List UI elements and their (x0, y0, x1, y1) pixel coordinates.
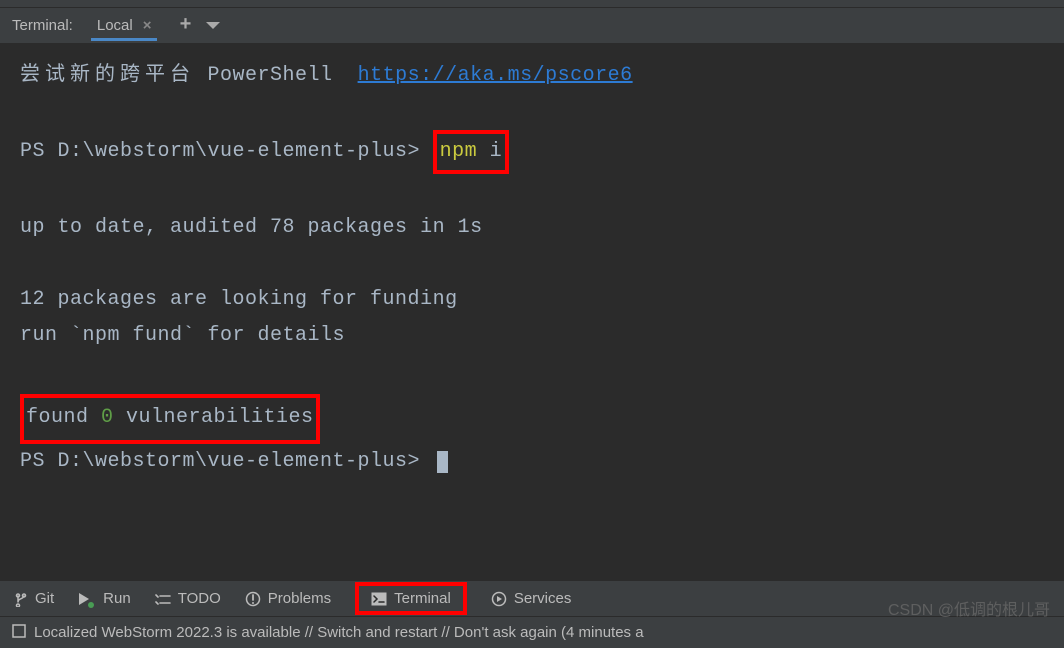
terminal-panel-header: Terminal: Local × + (0, 8, 1064, 44)
chevron-down-icon[interactable] (206, 18, 220, 34)
output-uptodate: up to date, audited 78 packages in 1s (20, 210, 1044, 246)
problems-icon (245, 591, 261, 607)
terminal-icon (371, 592, 387, 606)
close-icon[interactable]: × (143, 17, 152, 34)
hint-cjk: 尝试新的跨平台 (20, 64, 195, 87)
services-icon (491, 591, 507, 607)
vuln-prefix: found (26, 406, 101, 429)
terminal-output[interactable]: 尝试新的跨平台 PowerShell https://aka.ms/pscore… (0, 44, 1064, 494)
highlight-vulnerabilities: found 0 vulnerabilities (20, 394, 320, 444)
play-icon (78, 592, 96, 606)
status-notification-icon[interactable] (12, 624, 26, 642)
prompt-prefix: PS D:\webstorm\vue-element-plus> (20, 140, 433, 163)
todo-icon (155, 592, 171, 606)
tool-services-label: Services (514, 590, 572, 607)
tool-problems[interactable]: Problems (245, 590, 331, 607)
watermark: CSDN @低调的根儿哥 (888, 596, 1050, 620)
cmd-npm: npm (440, 140, 478, 163)
status-text[interactable]: Localized WebStorm 2022.3 is available /… (34, 624, 644, 641)
cursor (437, 451, 448, 473)
tool-git[interactable]: Git (14, 590, 54, 607)
hint-app: PowerShell (208, 64, 333, 87)
tool-git-label: Git (35, 590, 54, 607)
editor-tab-remnant (0, 0, 1064, 8)
prompt-line-1: PS D:\webstorm\vue-element-plus> npm i (20, 130, 1044, 174)
tool-todo[interactable]: TODO (155, 590, 221, 607)
output-funding-2: run `npm fund` for details (20, 318, 1044, 354)
prompt-2: PS D:\webstorm\vue-element-plus> (20, 450, 433, 473)
tool-terminal[interactable]: Terminal (355, 582, 467, 615)
cmd-arg: i (490, 140, 503, 163)
tab-local-label: Local (97, 17, 133, 34)
tool-run-label: Run (103, 590, 131, 607)
powershell-hint-line: 尝试新的跨平台 PowerShell https://aka.ms/pscore… (20, 58, 1044, 94)
vuln-count: 0 (101, 406, 114, 429)
tool-todo-label: TODO (178, 590, 221, 607)
git-branch-icon (14, 591, 28, 607)
tool-run[interactable]: Run (78, 590, 131, 607)
output-funding-1: 12 packages are looking for funding (20, 282, 1044, 318)
powershell-link[interactable]: https://aka.ms/pscore6 (358, 64, 633, 87)
panel-title: Terminal: (12, 17, 73, 34)
tool-terminal-label: Terminal (394, 590, 451, 607)
prompt-line-2: PS D:\webstorm\vue-element-plus> (20, 444, 1044, 480)
highlight-npm-command: npm i (433, 130, 510, 174)
tool-problems-label: Problems (268, 590, 331, 607)
tool-services[interactable]: Services (491, 590, 572, 607)
status-bar: Localized WebStorm 2022.3 is available /… (0, 616, 1064, 648)
vuln-suffix: vulnerabilities (114, 406, 314, 429)
tab-local[interactable]: Local × (91, 11, 158, 41)
add-tab-icon[interactable]: + (179, 14, 191, 37)
